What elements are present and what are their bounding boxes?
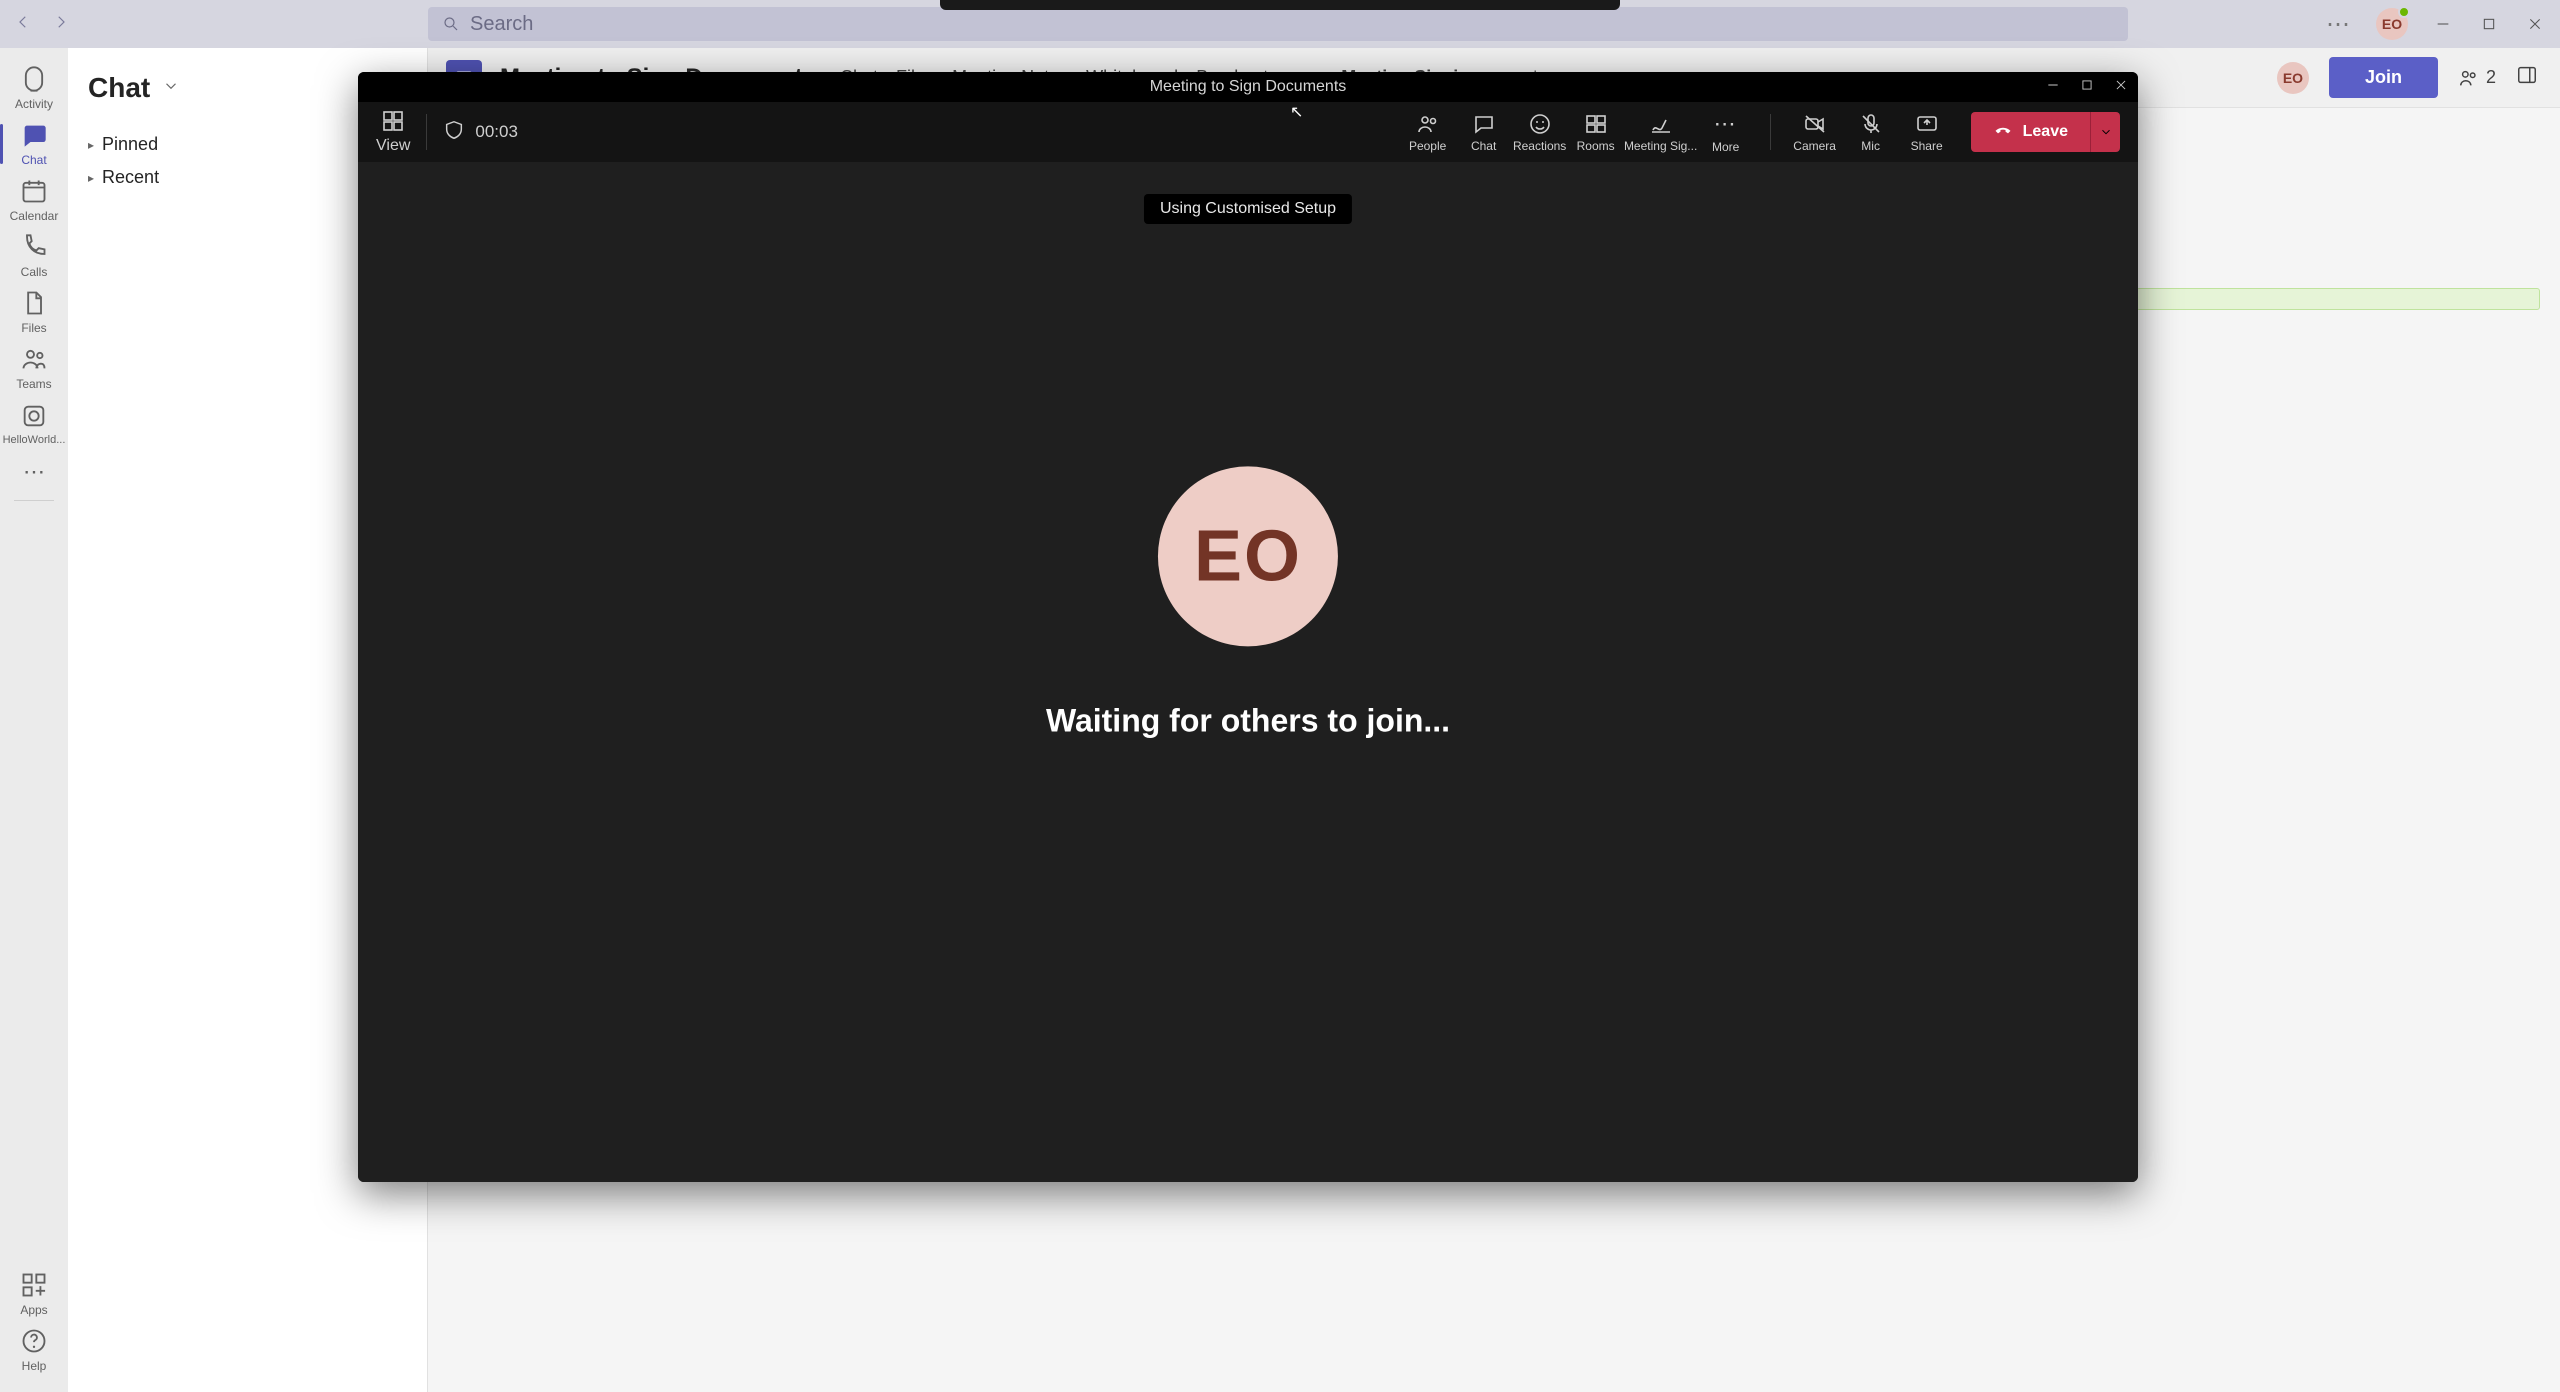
reactions-label: Reactions bbox=[1513, 139, 1566, 153]
meeting-signing-button[interactable]: Meeting Sig... bbox=[1624, 112, 1698, 153]
rail-more[interactable]: ⋯ bbox=[0, 452, 68, 492]
panel-toggle-icon[interactable] bbox=[2516, 64, 2538, 91]
avatar-initials: EO bbox=[2283, 70, 2303, 86]
participant-count[interactable]: 2 bbox=[2458, 67, 2496, 89]
share-label: Share bbox=[1911, 139, 1943, 153]
app-rail: Activity Chat Calendar Calls Files Teams… bbox=[0, 48, 68, 1392]
rail-label: Files bbox=[21, 321, 46, 335]
rail-label: HelloWorld... bbox=[3, 434, 66, 446]
avatar-initials: EO bbox=[1194, 515, 1302, 597]
leave-label: Leave bbox=[2023, 123, 2068, 141]
hangup-icon bbox=[1993, 120, 2013, 145]
more-label: More bbox=[1712, 140, 1739, 154]
leave-button-group: Leave bbox=[1971, 112, 2120, 152]
participant-avatar[interactable]: EO bbox=[2277, 62, 2309, 94]
caret-right-icon: ▸ bbox=[88, 171, 94, 185]
maximize-icon[interactable] bbox=[2080, 78, 2094, 97]
camera-button[interactable]: Camera bbox=[1787, 112, 1843, 153]
section-label: Recent bbox=[102, 167, 159, 188]
rail-calendar[interactable]: Calendar bbox=[0, 172, 68, 228]
maximize-icon[interactable] bbox=[2478, 13, 2500, 35]
section-label: Pinned bbox=[102, 134, 158, 155]
minimize-icon[interactable] bbox=[2046, 78, 2060, 97]
chat-button[interactable]: Chat bbox=[1456, 112, 1512, 153]
rail-separator bbox=[14, 500, 54, 501]
meeting-window-title: Meeting to Sign Documents bbox=[1150, 78, 1347, 96]
join-label: Join bbox=[2365, 67, 2402, 87]
more-icon: ⋯ bbox=[1714, 111, 1738, 137]
rail-apps[interactable]: Apps bbox=[0, 1266, 68, 1322]
reactions-button[interactable]: Reactions bbox=[1512, 112, 1568, 153]
rail-label: Apps bbox=[20, 1303, 47, 1317]
share-button[interactable]: Share bbox=[1899, 112, 1955, 153]
user-avatar[interactable]: EO bbox=[2376, 8, 2408, 40]
more-button[interactable]: ⋯ More bbox=[1698, 111, 1754, 154]
cursor-icon: ↖ bbox=[1290, 102, 1303, 122]
rail-helloworld-app[interactable]: HelloWorld... bbox=[0, 396, 68, 452]
rail-help[interactable]: Help bbox=[0, 1322, 68, 1378]
title-bar: Search ⋯ EO bbox=[0, 0, 2560, 48]
camera-label: Camera bbox=[1793, 139, 1836, 153]
shield-icon bbox=[443, 119, 465, 146]
rail-label: Calls bbox=[21, 265, 48, 279]
meeting-toolbar: View 00:03 People Chat bbox=[358, 102, 2138, 162]
setup-banner: Using Customised Setup bbox=[1144, 194, 1352, 224]
rail-label: Chat bbox=[21, 153, 46, 167]
rail-activity[interactable]: Activity bbox=[0, 60, 68, 116]
rail-chat[interactable]: Chat bbox=[0, 116, 68, 172]
rooms-label: Rooms bbox=[1577, 139, 1615, 153]
rail-label: Help bbox=[22, 1359, 47, 1373]
rail-label: Activity bbox=[15, 97, 53, 111]
join-button[interactable]: Join bbox=[2329, 57, 2438, 98]
mic-label: Mic bbox=[1861, 139, 1880, 153]
meeting-timer: 00:03 bbox=[443, 119, 518, 146]
more-icon: ⋯ bbox=[23, 459, 45, 485]
people-label: People bbox=[1409, 139, 1446, 153]
meeting-shell: Meeting to Sign Documents Chat Files Mee… bbox=[428, 48, 2560, 1392]
meeting-sig-label: Meeting Sig... bbox=[1624, 139, 1697, 153]
chat-label: Chat bbox=[1471, 139, 1496, 153]
waiting-text: Waiting for others to join... bbox=[1046, 702, 1450, 739]
app-body: Activity Chat Calendar Calls Files Teams… bbox=[0, 48, 2560, 1392]
close-icon[interactable] bbox=[2114, 78, 2128, 97]
meeting-window: Meeting to Sign Documents ↖ bbox=[358, 72, 2138, 1182]
participant-count-value: 2 bbox=[2486, 67, 2496, 88]
rail-label: Teams bbox=[16, 377, 51, 391]
chat-panel-title: Chat bbox=[88, 72, 150, 104]
close-icon[interactable] bbox=[2524, 13, 2546, 35]
self-avatar: EO bbox=[1158, 466, 1338, 646]
minimize-icon[interactable] bbox=[2432, 13, 2454, 35]
meeting-stage: Using Customised Setup EO Waiting for ot… bbox=[358, 162, 2138, 1182]
search-icon bbox=[442, 15, 460, 33]
camera-notch-overlay bbox=[940, 0, 1620, 10]
inline-banner bbox=[2136, 288, 2540, 310]
separator bbox=[426, 114, 427, 150]
leave-more-caret[interactable] bbox=[2090, 112, 2120, 152]
rail-label: Calendar bbox=[10, 209, 59, 223]
rail-calls[interactable]: Calls bbox=[0, 228, 68, 284]
view-label: View bbox=[376, 137, 410, 155]
search-placeholder: Search bbox=[470, 13, 533, 36]
view-button[interactable]: View bbox=[376, 109, 410, 155]
search-input[interactable]: Search bbox=[428, 7, 2128, 41]
mic-button[interactable]: Mic bbox=[1843, 112, 1899, 153]
rail-files[interactable]: Files bbox=[0, 284, 68, 340]
caret-right-icon: ▸ bbox=[88, 138, 94, 152]
rooms-button[interactable]: Rooms bbox=[1568, 112, 1624, 153]
chevron-down-icon[interactable] bbox=[162, 77, 180, 100]
leave-button[interactable]: Leave bbox=[1971, 112, 2090, 152]
forward-arrow-icon[interactable] bbox=[52, 11, 70, 37]
presence-badge bbox=[2398, 6, 2410, 18]
separator bbox=[1770, 114, 1771, 150]
people-button[interactable]: People bbox=[1400, 112, 1456, 153]
more-options-icon[interactable]: ⋯ bbox=[2326, 10, 2352, 39]
back-arrow-icon[interactable] bbox=[14, 11, 32, 37]
rail-teams[interactable]: Teams bbox=[0, 340, 68, 396]
avatar-initials: EO bbox=[2382, 16, 2402, 32]
meeting-window-titlebar[interactable]: Meeting to Sign Documents bbox=[358, 72, 2138, 102]
elapsed-time: 00:03 bbox=[475, 122, 518, 142]
banner-text: Using Customised Setup bbox=[1160, 200, 1336, 217]
